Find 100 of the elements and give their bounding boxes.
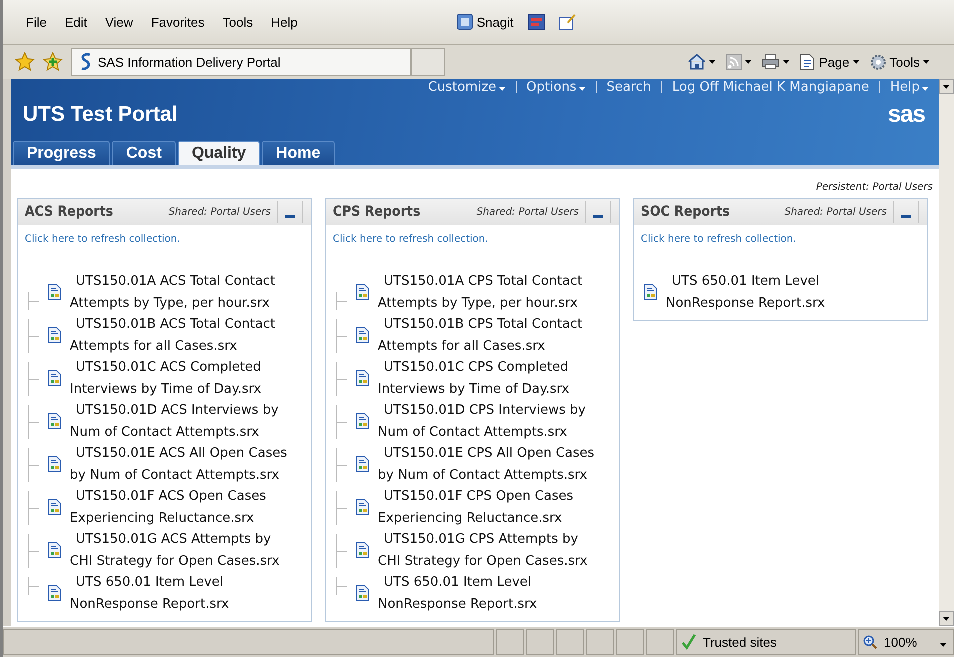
sas-logo: sas <box>888 101 925 129</box>
status-pane <box>526 629 554 655</box>
feed-icon <box>726 54 742 70</box>
report-icon <box>356 370 370 387</box>
report-link[interactable]: UTS150.01A ACS Total Contact Attempts by Type, per hour.srx <box>70 271 276 314</box>
report-link[interactable]: UTS150.01C ACS Completed Interviews by Time of Day.srx <box>70 357 262 400</box>
menu-item[interactable]: Edit <box>56 14 96 30</box>
tree-line <box>336 448 346 482</box>
snagit-icon <box>456 14 473 30</box>
portal-tab[interactable]: Quality <box>178 141 260 165</box>
portal-tab[interactable]: Home <box>262 141 335 165</box>
caret-icon <box>943 84 950 88</box>
menu-item[interactable]: Help <box>262 14 307 30</box>
refresh-link[interactable]: Click here to refresh collection. <box>333 234 488 245</box>
portal-link[interactable]: Help <box>890 80 929 94</box>
minimize-button[interactable] <box>277 201 303 223</box>
report-link[interactable]: UTS150.01B ACS Total Contact Attempts for all Cases.srx <box>70 314 276 357</box>
favorites-star-icon[interactable] <box>15 52 35 72</box>
tree-line <box>336 318 346 352</box>
report-link[interactable]: UTS150.01E CPS All Open Cases by Num of Contact Attempts.srx <box>378 443 595 486</box>
shared-label: Shared: Portal Users <box>168 206 271 218</box>
report-link[interactable]: UTS150.01G ACS Attempts by CHI Strategy for Open Cases.srx <box>70 529 280 572</box>
portal-tab[interactable]: Cost <box>112 141 176 165</box>
caret-icon <box>578 86 586 90</box>
report-icon <box>356 284 370 301</box>
report-link[interactable]: UTS150.01D CPS Interviews by Num of Contact Attempts.srx <box>378 400 586 443</box>
status-pane <box>586 629 614 655</box>
status-pane <box>556 629 584 655</box>
refresh-link[interactable]: Click here to refresh collection. <box>25 234 180 245</box>
report-icon <box>48 542 62 559</box>
caret-icon <box>745 60 752 64</box>
panel-title: ACS Reports <box>25 204 114 220</box>
status-pane <box>646 629 674 655</box>
caret-icon <box>943 616 950 620</box>
report-link[interactable]: UTS 650.01 Item Level NonResponse Report.srx <box>378 572 538 615</box>
caret-icon <box>783 60 790 64</box>
report-icon <box>356 542 370 559</box>
panel-title: CPS Reports <box>333 204 421 220</box>
report-icon <box>356 585 370 602</box>
report-icon <box>48 413 62 430</box>
tree-line <box>28 292 38 310</box>
tree-line <box>28 448 38 482</box>
report-icon <box>48 327 62 344</box>
menu-item[interactable]: File <box>17 14 56 30</box>
portal-title: UTS Test Portal <box>23 103 178 127</box>
portal-tab[interactable]: Progress <box>13 141 110 165</box>
menu-item[interactable]: Favorites <box>142 14 214 30</box>
portal-link[interactable]: Log Off Michael K Mangiapane <box>672 80 870 94</box>
report-icon <box>356 499 370 516</box>
report-icon <box>644 284 658 301</box>
tree-line <box>336 576 346 594</box>
portal-link[interactable]: Search <box>606 80 652 94</box>
tree-line <box>336 404 346 438</box>
panel-title: SOC Reports <box>641 204 730 220</box>
caret-icon <box>940 642 947 646</box>
home-icon <box>688 54 706 70</box>
security-zone: Trusted sites <box>676 629 856 655</box>
shared-label: Shared: Portal Users <box>476 206 579 218</box>
report-link[interactable]: UTS150.01C CPS Completed Interviews by Time of Day.srx <box>378 357 570 400</box>
report-icon <box>48 370 62 387</box>
report-link[interactable]: UTS150.01E ACS All Open Cases by Num of Contact Attempts.srx <box>70 443 288 486</box>
report-icon <box>48 585 62 602</box>
report-link[interactable]: UTS150.01G CPS Attempts by CHI Strategy for Open Cases.srx <box>378 529 588 572</box>
add-favorite-icon[interactable] <box>43 52 63 72</box>
portal-link[interactable]: Customize <box>428 80 506 94</box>
browser-tab[interactable]: SAS Information Delivery Portal <box>71 48 411 76</box>
report-link[interactable]: UTS150.01B CPS Total Contact Attempts for all Cases.srx <box>378 314 583 357</box>
caret-icon <box>709 60 716 64</box>
portal-link[interactable]: Options <box>526 80 586 94</box>
persistent-label: Persistent: Portal Users <box>816 182 933 193</box>
report-icon <box>356 456 370 473</box>
tree-line <box>336 490 346 524</box>
zoom-button[interactable]: 100% <box>858 629 954 655</box>
minimize-button[interactable] <box>893 201 919 223</box>
checkmark-icon <box>681 634 697 650</box>
tree-line <box>28 404 38 438</box>
shared-label: Shared: Portal Users <box>784 206 887 218</box>
tree-line <box>336 292 346 310</box>
feed-button[interactable] <box>726 54 752 70</box>
minimize-button[interactable] <box>585 201 611 223</box>
gear-icon <box>870 54 887 70</box>
report-link[interactable]: UTS 650.01 Item Level NonResponse Report.srx <box>666 271 826 314</box>
page-button[interactable]: Page <box>800 54 860 70</box>
edit-capture-icon[interactable] <box>558 14 576 30</box>
snagit-button[interactable]: Snagit <box>456 14 514 30</box>
report-link[interactable]: UTS150.01A CPS Total Contact Attempts by Type, per hour.srx <box>378 271 583 314</box>
print-button[interactable] <box>762 54 790 70</box>
report-link[interactable]: UTS 650.01 Item Level NonResponse Report.srx <box>70 572 230 615</box>
scrollbar[interactable] <box>939 79 954 626</box>
page-icon <box>800 54 816 70</box>
tools-button[interactable]: Tools <box>870 54 930 70</box>
home-button[interactable] <box>688 54 716 70</box>
report-icon <box>356 327 370 344</box>
refresh-link[interactable]: Click here to refresh collection. <box>641 234 796 245</box>
window-capture-icon[interactable] <box>528 14 545 30</box>
menu-item[interactable]: View <box>96 14 142 30</box>
report-link[interactable]: UTS150.01F CPS Open Cases Experiencing Reluctance.srx <box>378 486 574 529</box>
report-link[interactable]: UTS150.01F ACS Open Cases Experiencing Reluctance.srx <box>70 486 266 529</box>
menu-item[interactable]: Tools <box>214 14 262 30</box>
report-link[interactable]: UTS150.01D ACS Interviews by Num of Contact Attempts.srx <box>70 400 279 443</box>
